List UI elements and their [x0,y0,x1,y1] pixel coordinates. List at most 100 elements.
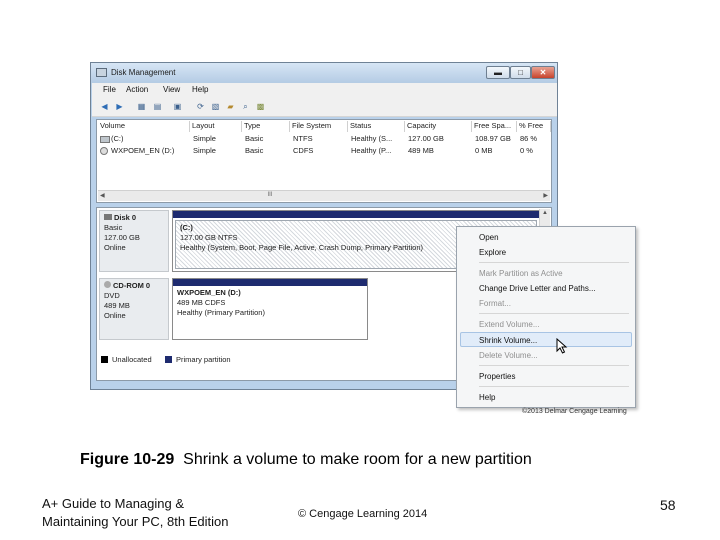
legend-label-unallocated: Unallocated [112,355,152,364]
menu-item-help[interactable]: Help [479,393,495,402]
column-free-space[interactable]: Free Spa... [472,121,517,132]
menu-action[interactable]: Action [126,85,148,94]
open-icon[interactable]: ▰ [225,101,236,112]
rescan-icon[interactable]: ▧ [210,101,221,112]
volume-percent-free: 0 % [520,146,533,155]
column-layout[interactable]: Layout [190,121,242,132]
volume-info: WXPOEM_EN (D:) 489 MB CDFS Healthy (Prim… [173,286,367,320]
legend-label-primary: Primary partition [176,355,231,364]
disk-name: Disk 0 [114,213,137,222]
legend: Unallocated Primary partition [101,354,401,366]
book-title-line-1: A+ Guide to Managing & [42,496,185,511]
scroll-thumb[interactable]: III [260,192,280,199]
scroll-left-icon[interactable]: ◀ [100,192,105,199]
volume-free-space: 108.97 GB [475,134,511,143]
volume-health: Healthy (Primary Partition) [177,308,265,317]
menu-item-delete-volume[interactable]: Delete Volume... [479,351,538,360]
volume-size-fs: 489 MB CDFS [177,298,226,307]
column-volume[interactable]: Volume [98,121,190,132]
menu-file[interactable]: File [103,85,116,94]
close-button[interactable]: ✕ [531,66,555,79]
window-title: Disk Management [111,68,176,77]
properties-icon[interactable]: ▤ [152,101,163,112]
legend-swatch-primary [165,356,172,363]
mouse-pointer-icon [556,338,568,354]
volume-type: Basic [245,134,264,143]
volume-capacity: 489 MB [408,146,434,155]
help-icon[interactable]: ▣ [172,101,183,112]
column-type[interactable]: Type [242,121,290,132]
disk-size: 489 MB [104,301,130,310]
figure-caption: Figure 10-29 Shrink a volume to make roo… [80,451,532,469]
menu-view[interactable]: View [163,85,180,94]
disc-icon [100,147,108,155]
disk-name-row: CD-ROM 0 [104,281,164,291]
volume-label: WXPOEM_EN (D:) [177,288,241,297]
search-icon[interactable]: ⌕ [240,101,251,112]
maximize-button[interactable]: □ [510,66,531,79]
disk-0-label[interactable]: Disk 0 Basic 127.00 GB Online [99,210,169,272]
primary-partition-bar [173,211,539,218]
menu-separator [479,365,629,366]
settings-icon[interactable]: ▩ [255,101,266,112]
column-file-system[interactable]: File System [290,121,348,132]
volume-capacity: 127.00 GB [408,134,444,143]
book-title-line-2: Maintaining Your PC, 8th Edition [42,514,229,529]
minimize-button[interactable]: ▬ [486,66,510,79]
menu-item-properties[interactable]: Properties [479,372,515,381]
volume-layout: Simple [193,146,216,155]
menu-item-mark-active[interactable]: Mark Partition as Active [479,269,563,278]
cd-drive-icon [104,281,111,288]
menu-help[interactable]: Help [192,85,208,94]
image-credit: ©2013 Delmar Cengage Learning [522,408,627,415]
context-menu: Open Explore Mark Partition as Active Ch… [456,226,636,408]
forward-icon[interactable]: ▶ [114,101,125,112]
menu-item-open[interactable]: Open [479,233,499,242]
drive-icon [100,136,110,143]
volume-percent-free: 86 % [520,134,538,143]
volume-status: Healthy (S... [351,134,393,143]
table-row[interactable]: WXPOEM_EN (D:) Simple Basic CDFS Healthy… [98,146,550,157]
column-capacity[interactable]: Capacity [405,121,472,132]
table-row[interactable]: (C:) Simple Basic NTFS Healthy (S... 127… [98,134,550,145]
menu-bar: File Action View Help [92,83,557,98]
scroll-up-icon[interactable]: ▲ [542,210,548,216]
volume-list: Volume Layout Type File System Status Ca… [96,119,552,203]
volume-name: WXPOEM_EN (D:) [111,146,175,155]
menu-item-explore[interactable]: Explore [479,248,506,257]
menu-item-format[interactable]: Format... [479,299,511,308]
column-percent-free[interactable]: % Free [517,121,551,132]
menu-item-extend-volume[interactable]: Extend Volume... [479,320,539,329]
back-icon[interactable]: ◀ [99,101,110,112]
volume-file-system: NTFS [293,134,313,143]
volume-d-partition[interactable]: WXPOEM_EN (D:) 489 MB CDFS Healthy (Prim… [172,278,368,340]
disk-list-icon[interactable]: ▦ [136,101,147,112]
disk-status: Online [104,243,126,252]
disk-type: Basic [104,223,123,232]
volume-file-system: CDFS [293,146,314,155]
menu-separator [479,262,629,263]
footer-copyright: © Cengage Learning 2014 [298,508,428,520]
column-status[interactable]: Status [348,121,405,132]
scroll-right-icon[interactable]: ▶ [543,192,548,199]
figure-caption-text: Shrink a volume to make room for a new p… [183,451,532,468]
disk-name-row: Disk 0 [104,213,164,223]
primary-partition-bar [173,279,367,286]
disk-status: Online [104,311,126,320]
disk-type: DVD [104,291,120,300]
title-bar[interactable]: Disk Management ▬ □ ✕ [91,63,557,83]
horizontal-scrollbar[interactable]: ◀ III ▶ [98,190,550,201]
volume-type: Basic [245,146,264,155]
footer-book-title: A+ Guide to Managing & Maintaining Your … [42,495,228,531]
disk-name: CD-ROM 0 [113,281,151,290]
toolbar: ◀ ▶ ▦ ▤ ▣ ⟳ ▧ ▰ ⌕ ▩ [92,98,557,117]
hard-disk-icon [104,214,112,220]
volume-status: Healthy (P... [351,146,392,155]
menu-item-shrink-volume[interactable]: Shrink Volume... [479,336,537,345]
legend-swatch-unallocated [101,356,108,363]
menu-item-change-drive-letter[interactable]: Change Drive Letter and Paths... [479,284,596,293]
refresh-icon[interactable]: ⟳ [195,101,206,112]
cdrom-0-label[interactable]: CD-ROM 0 DVD 489 MB Online [99,278,169,340]
page-number: 58 [660,497,676,513]
disk-size: 127.00 GB [104,233,140,242]
